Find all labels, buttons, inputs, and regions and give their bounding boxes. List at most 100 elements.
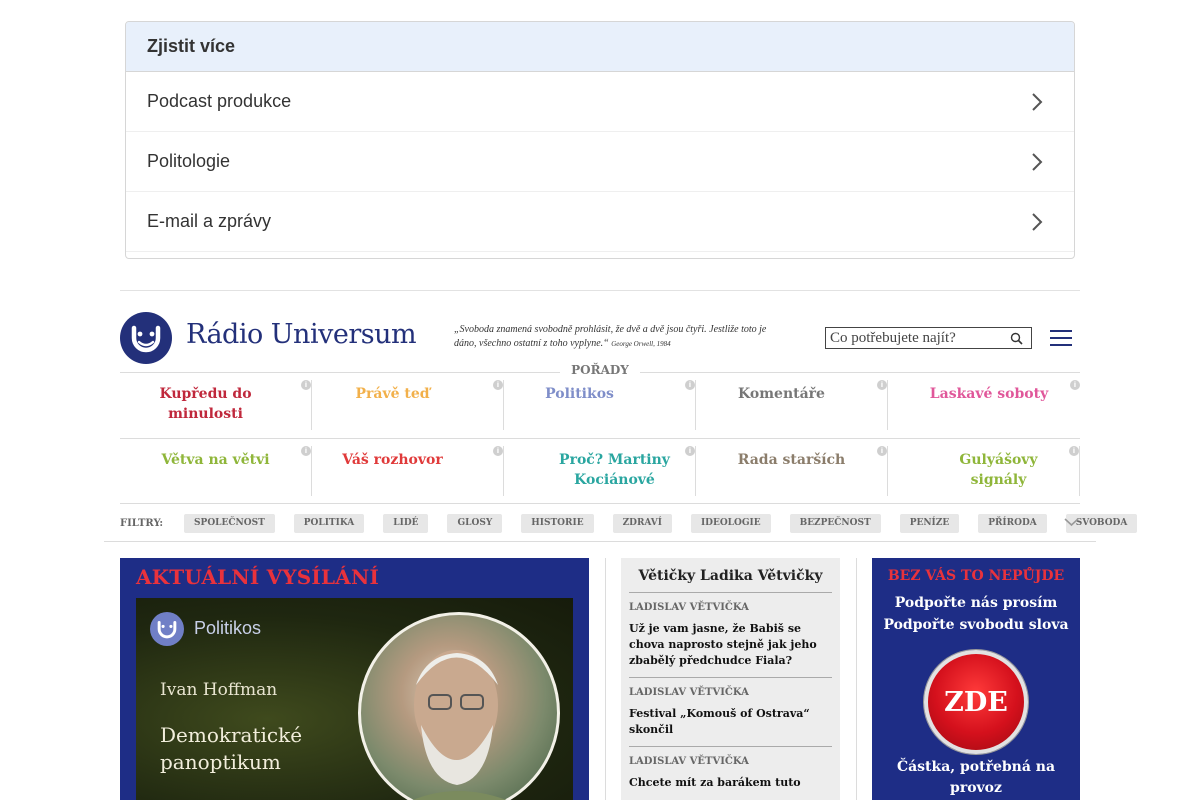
accordion-item-label: Podcast produkce <box>147 91 292 111</box>
filter-chip[interactable]: HISTORIE <box>521 513 594 533</box>
search-box <box>825 327 1032 349</box>
divider <box>640 372 1080 373</box>
accordion-item-email[interactable]: E-mail a zprávy <box>126 192 1074 252</box>
article-author: LADISLAV VĚTVIČKA <box>629 602 749 613</box>
programme-label: Větva na větvi <box>161 452 270 468</box>
chevron-right-icon <box>1032 152 1043 171</box>
programmes-row: Větva na větvi i Váš rozhovor i Proč? Ma… <box>120 446 1080 496</box>
programme-label: Gulyášovy signály <box>959 452 1038 488</box>
divider <box>120 372 560 373</box>
programme-link[interactable]: Právě teď i <box>312 380 504 430</box>
live-broadcast-image[interactable]: Politikos Ivan Hoffman Demokratické pano… <box>136 598 573 800</box>
logo-icon[interactable] <box>120 312 172 364</box>
divider <box>605 558 606 800</box>
chevron-down-icon[interactable] <box>1064 517 1079 527</box>
programme-label: Komentáře <box>738 386 825 402</box>
support-box: BEZ VÁS TO NEPŮJDE Podpořte nás prosím P… <box>872 558 1080 800</box>
filter-chip[interactable]: BEZPEČNOST <box>789 513 881 533</box>
programme-link[interactable]: Laskavé soboty i <box>888 380 1080 430</box>
programme-link[interactable]: Větva na větvi i <box>120 446 312 496</box>
programmes-heading: POŘADY <box>571 363 629 377</box>
divider <box>856 558 857 800</box>
programme-label: Proč? Martiny Kociánové <box>559 452 670 488</box>
header-quote: „Svoboda znamená svobodně prohlásit, že … <box>454 323 784 351</box>
article-author: LADISLAV VĚTVIČKA <box>629 756 749 767</box>
chevron-right-icon <box>1032 212 1043 231</box>
column-box: Větičky Ladika Větvičky LADISLAV VĚTVIČK… <box>621 558 840 800</box>
author-portrait <box>358 612 560 800</box>
info-icon[interactable]: i <box>493 446 503 456</box>
search-input[interactable] <box>826 328 1004 348</box>
programme-link[interactable]: Rada starších i <box>696 446 888 496</box>
programme-link[interactable]: Komentáře i <box>696 380 888 430</box>
programmes-row: Kupředu do minulosti i Právě teď i Polit… <box>120 380 1080 430</box>
live-broadcast-box: AKTUÁLNÍ VYSÍLÁNÍ Politikos Ivan Hoffman… <box>120 558 589 800</box>
programme-link[interactable]: Váš rozhovor i <box>312 446 504 496</box>
accordion-item-label: Politologie <box>147 151 231 171</box>
filter-chip[interactable]: POLITIKA <box>293 513 365 533</box>
divider <box>120 438 1080 439</box>
programme-label: Laskavé soboty <box>929 386 1049 402</box>
support-line: Podpořte svobodu slova <box>883 617 1069 633</box>
filter-label: FILTRY: <box>120 517 164 529</box>
show-title: Demokratické panoptikum <box>160 723 303 774</box>
filter-chip[interactable]: GLOSY <box>447 513 503 533</box>
info-icon[interactable]: i <box>1069 446 1079 456</box>
accordion-item-label: E-mail a zprávy <box>147 211 272 231</box>
menu-icon[interactable] <box>1050 330 1072 346</box>
info-icon[interactable]: i <box>301 380 311 390</box>
article-item[interactable]: LADISLAV VĚTVIČKA Chcete mít za barákem … <box>629 747 832 799</box>
accordion-item-politology[interactable]: Politologie <box>126 132 1074 192</box>
learn-more-accordion: Zjistit více Podcast produkce Politologi… <box>125 21 1075 259</box>
search-icon[interactable] <box>1004 328 1028 348</box>
filter-bar: FILTRY: SPOLEČNOST POLITIKA LIDÉ GLOSY H… <box>120 513 1156 533</box>
programme-label: Právě teď <box>355 386 430 402</box>
info-icon[interactable]: i <box>877 380 887 390</box>
support-footer: Částka, potřebná na provoz <box>896 759 1056 796</box>
article-item[interactable]: LADISLAV VĚTVIČKA Už je vam jasne, že Ba… <box>629 593 832 678</box>
programme-link[interactable]: Politikos i <box>504 380 696 430</box>
article-title[interactable]: Už je vam jasne, že Babiš se chova napro… <box>629 621 832 669</box>
filter-chip[interactable]: SPOLEČNOST <box>184 513 275 533</box>
support-line: Podpořte nás prosím <box>894 595 1058 611</box>
programme-label: Rada starších <box>737 452 846 468</box>
support-heading: BEZ VÁS TO NEPŮJDE <box>887 568 1065 584</box>
accordion-item-podcast[interactable]: Podcast produkce <box>126 72 1074 132</box>
donate-button[interactable]: ZDE <box>924 650 1028 754</box>
filter-chip[interactable]: IDEOLOGIE <box>690 513 771 533</box>
divider <box>120 290 1080 291</box>
live-heading: AKTUÁLNÍ VYSÍLÁNÍ <box>136 565 379 589</box>
info-icon[interactable]: i <box>493 380 503 390</box>
filter-chip[interactable]: LIDÉ <box>383 513 429 533</box>
quote-author: George Orwell, 1984 <box>611 340 671 348</box>
info-icon[interactable]: i <box>1070 380 1080 390</box>
show-name: Politikos <box>194 618 262 638</box>
site-logo-text[interactable]: Rádio Universum <box>186 319 417 350</box>
programme-label: Politikos <box>545 386 614 402</box>
programme-label: Kupředu do minulosti <box>159 386 252 422</box>
divider <box>104 541 1096 542</box>
accordion-title: Zjistit více <box>126 22 1074 72</box>
article-author: LADISLAV VĚTVIČKA <box>629 687 749 698</box>
article-title[interactable]: Chcete mít za barákem tuto <box>629 775 832 791</box>
info-icon[interactable]: i <box>685 446 695 456</box>
info-icon[interactable]: i <box>301 446 311 456</box>
info-icon[interactable]: i <box>685 380 695 390</box>
programme-link[interactable]: Gulyášovy signály i <box>888 446 1080 496</box>
article-title[interactable]: Festival „Komouš of Ostrava“ skončil <box>629 706 832 738</box>
show-author: Ivan Hoffman <box>160 680 278 700</box>
programme-link[interactable]: Proč? Martiny Kociánové i <box>504 446 696 496</box>
filter-chip[interactable]: PŘÍRODA <box>978 513 1047 533</box>
column-heading[interactable]: Větičky Ladika Větvičky <box>629 558 832 593</box>
programme-link[interactable]: Kupředu do minulosti i <box>120 380 312 430</box>
divider <box>120 503 1080 504</box>
support-text: Podpořte nás prosím Podpořte svobodu slo… <box>872 592 1080 636</box>
filter-chip[interactable]: PENÍZE <box>899 513 960 533</box>
programme-label: Váš rozhovor <box>342 452 443 468</box>
info-icon[interactable]: i <box>877 446 887 456</box>
logo-icon <box>150 612 184 646</box>
chevron-right-icon <box>1032 92 1043 111</box>
filter-chip[interactable]: ZDRAVÍ <box>612 513 672 533</box>
donate-button-label: ZDE <box>944 686 1008 718</box>
article-item[interactable]: LADISLAV VĚTVIČKA Festival „Komouš of Os… <box>629 678 832 747</box>
